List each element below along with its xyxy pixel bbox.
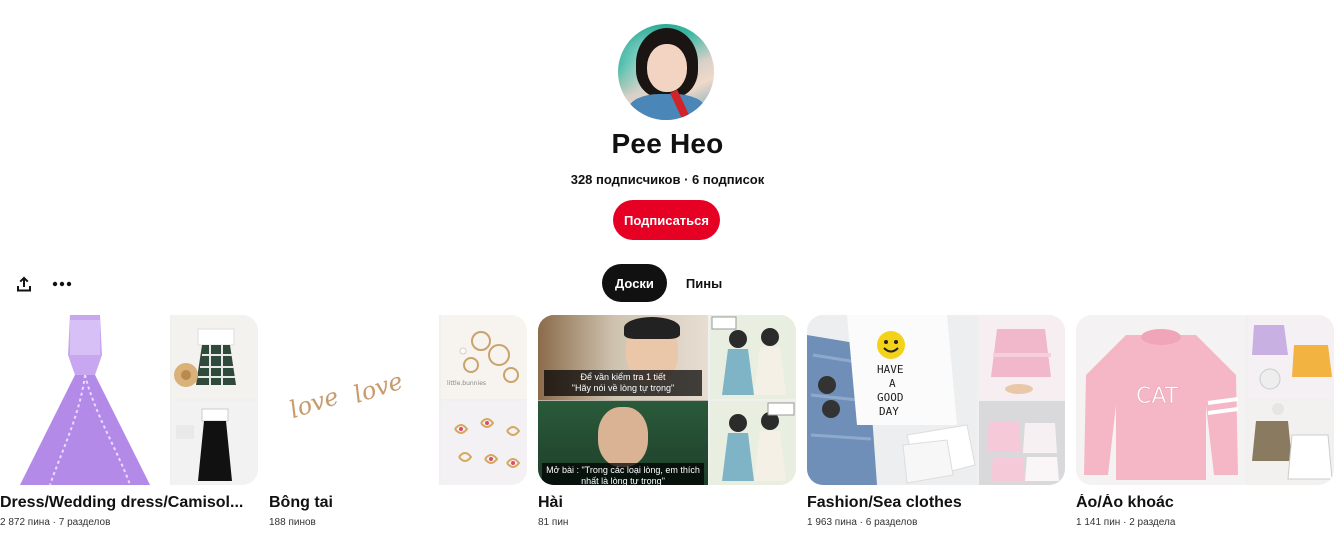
board-meta: 2 872 пина · 7 разделов [0,517,111,528]
board-cover-main-image: HAVE A GOOD DAY [807,315,977,485]
board-meta: 1 141 пин · 2 раздела [1076,517,1176,528]
profile-avatar [618,24,714,120]
board-cover-thumb [710,315,796,399]
board-card[interactable]: HAVE A GOOD DAY Fashion/Sea clothes 1 96… [807,315,1065,528]
follow-button[interactable]: Подписаться [613,200,720,240]
board-cover-thumb [1248,401,1334,485]
profile-tabs: Доски Пины [602,264,735,302]
profile-stats: 328 подписчиков · 6 подписок [0,172,1335,187]
tab-pins[interactable]: Пины [673,264,735,302]
board-cover-main-image [0,315,170,485]
board-cover-thumb [441,401,527,485]
avatar-shirt [628,94,706,120]
tee-text-line2: A [889,377,896,390]
cover-text-love-left: love [286,382,342,424]
board-cover[interactable] [0,315,258,485]
board-cover-main-image: love love [269,315,439,485]
board-card[interactable]: CAT Áo/Áo khoác 1 141 пин · 2 раздела [1076,315,1334,528]
tee-text-line1: HAVE [877,363,904,376]
board-cover[interactable]: HAVE A GOOD DAY [807,315,1065,485]
avatar-face [647,44,687,92]
board-title[interactable]: Dress/Wedding dress/Camisol... [0,494,250,512]
meme-caption-top: Để vần kiểm tra 1 tiết "Hãy nói về lòng … [544,370,702,396]
sweater-text: CAT [1136,384,1179,409]
stats-separator: · [680,172,693,187]
board-cover[interactable]: CAT [1076,315,1334,485]
board-meta: 1 963 пина · 6 разделов [807,517,918,528]
board-cover-thumb [979,401,1065,485]
board-cover-thumb [172,315,258,399]
profile-name: Pee Heo [611,128,724,159]
board-cover-thumb [979,315,1065,399]
tee-text-line3: GOOD [877,391,904,404]
board-title[interactable]: Fashion/Sea clothes [807,494,1057,512]
board-title[interactable]: Bông tai [269,494,519,512]
board-card[interactable]: love love little.bunnies Bông tai 188 пи… [269,315,527,528]
board-cover-main-image: CAT [1076,315,1246,485]
board-meta: 188 пинов [269,517,316,528]
board-title[interactable]: Hài [538,494,788,512]
cover-text-love-right: love [350,367,406,409]
meme-caption-bottom: Mở bài : "Trong các loại lòng, em thích … [542,463,704,485]
followers-count[interactable]: 328 подписчиков [571,172,681,187]
board-meta: 81 пин [538,517,569,528]
board-cover-thumb [1248,315,1334,399]
tee-text-line4: DAY [879,405,899,418]
board-cover-main-image: Để vần kiểm tra 1 tiết "Hãy nói về lòng … [538,315,708,485]
following-count[interactable]: 6 подписок [692,172,764,187]
share-icon[interactable] [12,272,36,296]
more-dots-icon[interactable] [50,272,74,296]
cover-text-earring-brand: little.bunnies [447,380,486,387]
board-cover-thumb [710,401,796,485]
board-cover-thumb [172,401,258,485]
board-card[interactable]: Để vần kiểm tra 1 tiết "Hãy nói về lòng … [538,315,796,528]
board-cover[interactable]: Để vần kiểm tra 1 tiết "Hãy nói về lòng … [538,315,796,485]
board-title[interactable]: Áo/Áo khoác [1076,494,1326,512]
board-card[interactable]: Dress/Wedding dress/Camisol... 2 872 пин… [0,315,258,528]
tab-boards[interactable]: Доски [602,264,667,302]
board-cover[interactable]: love love little.bunnies [269,315,527,485]
board-cover-thumb: little.bunnies [441,315,527,399]
